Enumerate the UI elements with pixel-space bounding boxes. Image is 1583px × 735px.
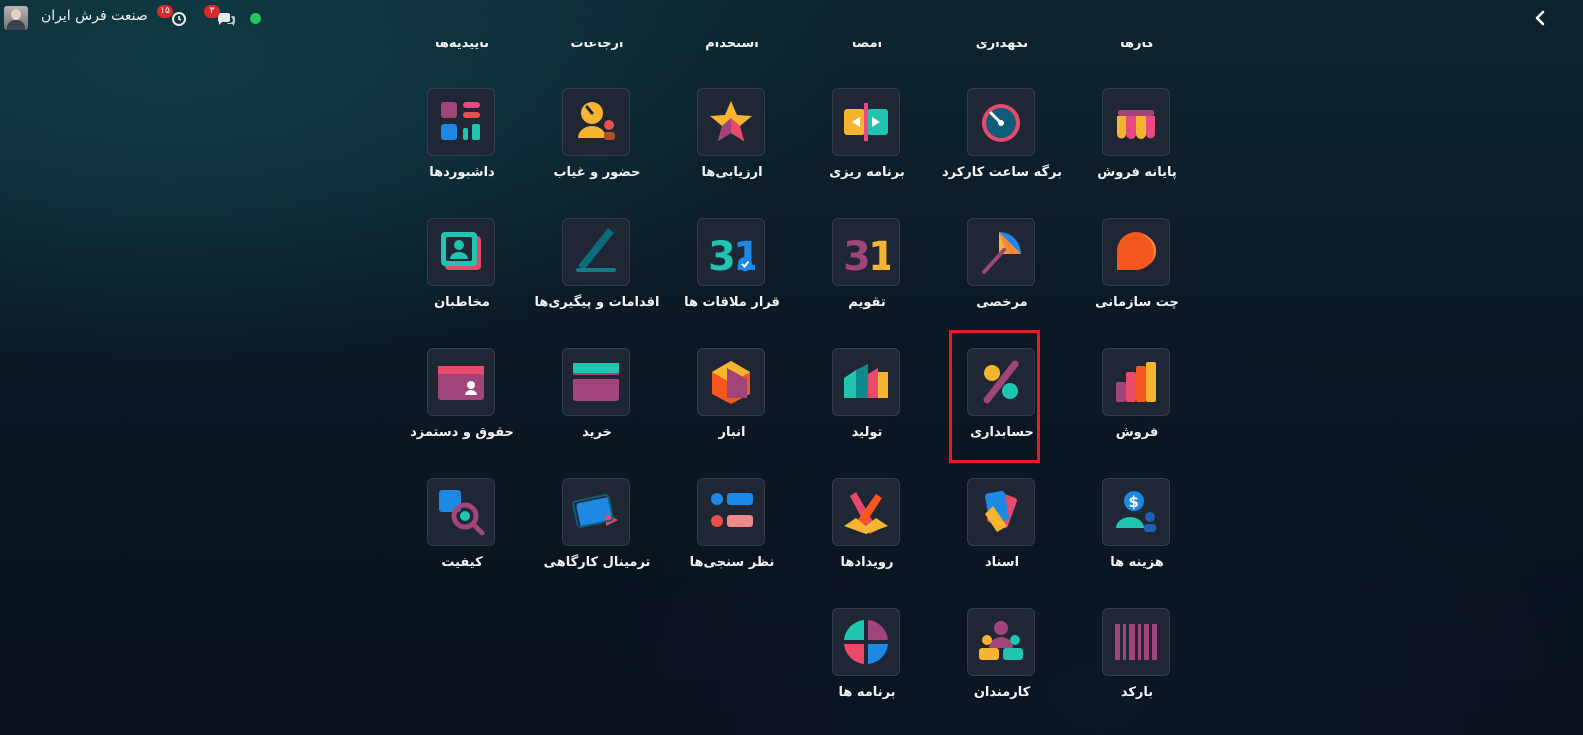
app-label: اسناد xyxy=(984,555,1020,570)
svg-text:3: 3 xyxy=(708,234,736,276)
app-label: برنامه ریزی xyxy=(829,165,905,180)
back-chevron-icon[interactable] xyxy=(1530,8,1550,28)
app-tile-activities[interactable]: اقدامات و پیگیری‌ها xyxy=(522,218,672,338)
app-label: برنامه ها xyxy=(838,685,896,700)
expenses-icon: $ xyxy=(1116,491,1156,532)
app-tile-point-of-sale[interactable]: پایانه فروش xyxy=(1062,88,1212,208)
app-label: هزینه ها xyxy=(1110,555,1164,570)
status-indicator xyxy=(250,13,261,24)
contacts-icon xyxy=(441,232,481,270)
svg-text:3: 3 xyxy=(843,234,871,276)
attendance-icon xyxy=(578,102,615,140)
factory-icon xyxy=(844,364,888,398)
pen-icon xyxy=(576,228,616,272)
umbrella-icon xyxy=(982,232,1021,274)
planning-icon xyxy=(844,103,888,141)
top-bar: صنعت فرش ایران ۱۵ ۳ xyxy=(0,0,1583,36)
svg-text:$: $ xyxy=(1129,493,1139,511)
app-tile-expenses[interactable]: $ هزینه ها xyxy=(1062,478,1212,598)
app-tile-timesheets[interactable]: برگه ساعت کارکرد xyxy=(927,88,1077,208)
app-label: حضور و غیاب xyxy=(553,165,641,180)
app-tile-time-off[interactable]: مرخصی xyxy=(927,218,1077,338)
app-tile-surveys[interactable]: نظر سنجی‌ها xyxy=(657,478,807,598)
app-label: قرار ملاقات ها xyxy=(684,295,780,310)
app-label: تقویم xyxy=(848,295,886,310)
shop-awning-icon xyxy=(1117,110,1155,139)
app-tile-shop-floor[interactable]: ترمینال کارگاهی xyxy=(522,478,672,598)
app-label: رویدادها xyxy=(840,555,894,570)
app-label: حقوق و دستمزد xyxy=(410,425,514,440)
app-label: ارزیابی‌ها xyxy=(701,165,763,180)
app-label: ترمینال کارگاهی xyxy=(543,555,651,570)
app-tile-appraisals[interactable]: ارزیابی‌ها xyxy=(657,88,807,208)
employees-icon xyxy=(979,621,1023,660)
app-tile-appointments[interactable]: 3 1 قرار ملاقات ها xyxy=(657,218,807,338)
svg-text:1: 1 xyxy=(868,234,890,276)
app-label: بارکد xyxy=(1120,685,1154,700)
partial-label-referrals[interactable]: ارجاعات xyxy=(522,42,672,51)
app-label: داشبوردها xyxy=(429,165,495,180)
quality-magnifier-icon xyxy=(439,490,485,536)
app-tile-calendar[interactable]: 3 1 تقویم xyxy=(792,218,942,338)
app-label: مرخصی xyxy=(976,295,1028,310)
dashboard-icon xyxy=(441,102,480,140)
app-label: چت سازمانی xyxy=(1095,295,1179,310)
app-tile-barcode[interactable]: بارکد xyxy=(1062,608,1212,728)
app-label: فروش xyxy=(1115,425,1159,440)
app-tile-payroll[interactable]: حقوق و دستمزد xyxy=(387,348,537,468)
box-icon xyxy=(712,361,750,404)
partial-label-tasks[interactable]: کارها xyxy=(1062,42,1212,51)
documents-icon xyxy=(985,490,1017,532)
partial-label-sign[interactable]: امضا xyxy=(792,42,942,51)
app-label: انبار xyxy=(718,425,746,440)
app-tile-apps[interactable]: برنامه ها xyxy=(792,608,942,728)
app-label: کیفیت xyxy=(441,555,483,570)
app-label: نظر سنجی‌ها xyxy=(689,555,775,570)
app-label: کارمندان xyxy=(973,685,1031,700)
app-tile-purchase[interactable]: خرید xyxy=(522,348,672,468)
timer-icon xyxy=(982,104,1020,142)
app-label: برگه ساعت کارکرد xyxy=(941,165,1062,180)
shopfloor-icon xyxy=(572,494,618,528)
app-tile-contacts[interactable]: مخاطبان xyxy=(387,218,537,338)
partial-label-recruitment[interactable]: استخدام xyxy=(657,42,807,51)
surveys-icon xyxy=(711,493,753,527)
messages-badge: ۳ xyxy=(204,5,220,18)
app-label: اقدامات و پیگیری‌ها xyxy=(534,295,660,310)
app-tile-dashboards[interactable]: داشبوردها xyxy=(387,88,537,208)
app-tile-manufacturing[interactable]: تولید xyxy=(792,348,942,468)
barcode-icon xyxy=(1115,624,1157,660)
partial-label-maintenance[interactable]: نگهداری xyxy=(927,42,1077,51)
purchase-card-icon xyxy=(573,363,619,401)
activity-badge: ۱۵ xyxy=(157,5,173,18)
avatar[interactable] xyxy=(4,6,28,30)
app-tile-attendance[interactable]: حضور و غیاب xyxy=(522,88,672,208)
apps-icon xyxy=(844,620,888,664)
app-tile-employees[interactable]: کارمندان xyxy=(927,608,1077,728)
app-label: خرید xyxy=(582,425,612,440)
app-label: پایانه فروش xyxy=(1097,165,1177,180)
app-tile-discuss[interactable]: چت سازمانی xyxy=(1062,218,1212,338)
app-label: مخاطبان xyxy=(434,295,490,310)
app-tile-planning[interactable]: برنامه ریزی xyxy=(792,88,942,208)
chat-bubble-icon xyxy=(1117,232,1157,270)
app-tile-inventory[interactable]: انبار xyxy=(657,348,807,468)
payroll-icon xyxy=(438,366,484,400)
app-label: تولید xyxy=(851,425,883,440)
company-switcher[interactable]: صنعت فرش ایران xyxy=(41,8,148,24)
partial-label-approvals[interactable]: تاییدیه‌ها xyxy=(387,42,537,51)
star-icon xyxy=(710,101,752,141)
appointment-icon: 3 1 xyxy=(708,234,755,276)
sales-chart-icon xyxy=(1116,362,1156,402)
events-icon xyxy=(844,492,888,534)
app-tile-documents[interactable]: اسناد xyxy=(927,478,1077,598)
app-tile-sales[interactable]: فروش xyxy=(1062,348,1212,468)
app-tile-quality[interactable]: کیفیت xyxy=(387,478,537,598)
calendar-icon: 3 1 xyxy=(843,234,890,276)
highlight-frame xyxy=(949,330,1040,463)
app-tile-events[interactable]: رویدادها xyxy=(792,478,942,598)
